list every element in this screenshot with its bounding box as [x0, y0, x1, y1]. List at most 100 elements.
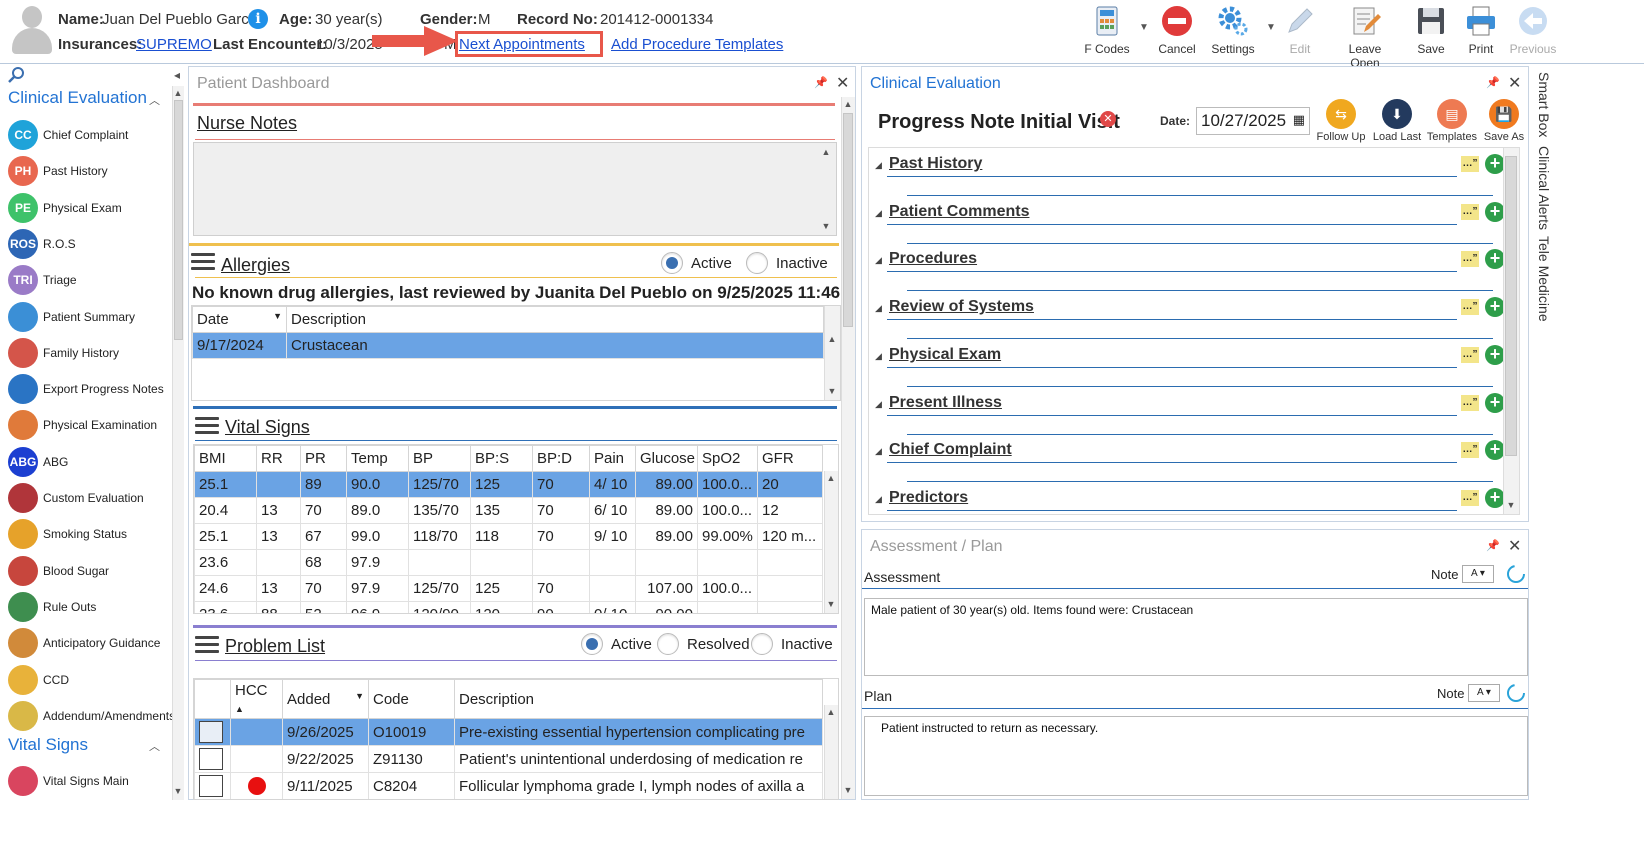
templates-button[interactable]: ▤ Templates [1423, 99, 1481, 143]
clinical-pin-icon[interactable]: 📌 [1486, 76, 1500, 89]
section-chief-complaint[interactable]: ◢ Chief Complaint …” + [871, 438, 1505, 486]
nurse-scroll-up-icon[interactable]: ▲ [819, 147, 833, 157]
close-icon[interactable]: ✕ [836, 73, 849, 93]
problem-row[interactable]: 9/26/2025 O10019 Pre-existing essential hy… [194, 718, 823, 746]
cancel-button[interactable]: Cancel [1147, 4, 1207, 60]
expand-icon[interactable]: ◢ [875, 446, 882, 457]
allergy-row[interactable]: 9/17/2024 Crustacean [192, 332, 824, 359]
problem-checkbox[interactable] [199, 775, 223, 797]
previous-button[interactable]: Previous [1503, 4, 1563, 60]
problem-col-added[interactable]: Added ▼ [282, 679, 369, 719]
vitals-menu-icon[interactable] [195, 417, 219, 435]
expand-icon[interactable]: ◢ [875, 494, 882, 505]
vital-col-temp[interactable]: Temp [346, 445, 409, 472]
problem-scroll-up-icon[interactable]: ▲ [824, 707, 838, 717]
side-tab-smart-box[interactable]: Smart Box [1536, 72, 1552, 137]
allergy-col-date[interactable]: Date ▼ [192, 306, 287, 333]
assessment-pin-icon[interactable]: 📌 [1486, 539, 1500, 552]
vital-col-rr[interactable]: RR [256, 445, 301, 472]
add-icon[interactable]: + [1485, 344, 1505, 365]
add-icon[interactable]: + [1485, 392, 1505, 413]
vital-col-bmi[interactable]: BMI [194, 445, 257, 472]
vital-col-pain[interactable]: Pain [589, 445, 636, 472]
allergy-scroll-up-icon[interactable]: ▲ [825, 334, 839, 344]
add-icon[interactable]: + [1485, 297, 1505, 318]
nurse-scroll-down-icon[interactable]: ▼ [819, 221, 833, 231]
quote-icon[interactable]: …” [1461, 346, 1479, 363]
expand-icon[interactable]: ◢ [875, 351, 882, 362]
clinical-close-icon[interactable]: ✕ [1508, 73, 1521, 93]
nav-item-export-progress-notes[interactable]: Export Progress Notes [8, 372, 176, 406]
nurse-notes-box[interactable] [193, 142, 837, 236]
dashboard-scroll-down-icon[interactable]: ▼ [841, 785, 855, 795]
dashboard-scroll-up-icon[interactable]: ▲ [841, 99, 855, 109]
quote-icon[interactable]: …” [1461, 299, 1479, 316]
problems-menu-icon[interactable] [195, 636, 219, 654]
quote-icon[interactable]: …” [1461, 251, 1479, 268]
fcodes-button[interactable]: F Codes [1077, 4, 1137, 60]
problem-inactive-radio[interactable]: Inactive [751, 633, 833, 655]
nav-item-family-history[interactable]: Family History [8, 336, 176, 370]
quote-icon[interactable]: …” [1461, 489, 1479, 506]
problem-col-select[interactable] [194, 679, 231, 719]
problem-row[interactable]: 9/9/2025Z714Alcohol abuse counseling and… [195, 800, 823, 801]
expand-icon[interactable]: ◢ [875, 160, 882, 171]
section-procedures[interactable]: ◢ Procedures …” + [871, 247, 1505, 295]
vital-col-glucose[interactable]: Glucose [635, 445, 698, 472]
side-tab-clinical-alerts[interactable]: Clinical Alerts [1536, 146, 1552, 230]
collapse-group2-icon[interactable]: ︿ [149, 738, 160, 754]
problem-row[interactable]: 9/11/2025 C8204 Follicular lymphoma grade … [194, 772, 823, 799]
allergy-inactive-radio[interactable]: Inactive [746, 252, 828, 274]
problem-col-description[interactable]: Description [454, 679, 823, 719]
add-icon[interactable]: + [1485, 440, 1505, 461]
leave-open-button[interactable]: Leave Open [1334, 4, 1396, 70]
nav-item-physical-examination[interactable]: Physical Examination [8, 408, 176, 442]
save-as-button[interactable]: 💾 Save As [1475, 99, 1533, 143]
insurance-link[interactable]: SUPREMO [136, 36, 212, 53]
assessment-format-dropdown[interactable]: A ▾ [1462, 565, 1494, 583]
vital-row[interactable]: 20.4 13 70 89.0 135/70 135 70 6/ 10 89.00 100.0..… [194, 497, 823, 524]
nav-item-vital-signs-main[interactable]: Vital Signs Main [8, 764, 176, 798]
edit-button[interactable]: Edit [1270, 4, 1330, 60]
next-appointments-link[interactable]: Next Appointments [459, 36, 585, 53]
problem-checkbox[interactable] [199, 721, 223, 743]
vital-col-spo2[interactable]: SpO2 [697, 445, 758, 472]
expand-icon[interactable]: ◢ [875, 255, 882, 266]
add-procedure-templates-link[interactable]: Add Procedure Templates [611, 36, 783, 53]
section-physical-exam[interactable]: ◢ Physical Exam …” + [871, 343, 1505, 391]
vital-col-gfr[interactable]: GFR [757, 445, 823, 472]
nav-item-physical-exam[interactable]: PE Physical Exam [8, 191, 176, 225]
allergies-menu-icon[interactable] [191, 253, 215, 271]
section-scroll-thumb[interactable] [1505, 156, 1517, 456]
nav-item-rule-outs[interactable]: Rule Outs [8, 590, 176, 624]
vital-row[interactable]: 23.6885296.9120/90120900/ 1090.00 [194, 601, 823, 613]
collapse-nav-icon[interactable]: ◂ [174, 68, 180, 82]
nav-item-addendum-amendments[interactable]: Addendum/Amendments [8, 699, 176, 733]
quote-icon[interactable]: …” [1461, 203, 1479, 220]
vitals-scroll-down-icon[interactable]: ▼ [824, 599, 838, 609]
load-last-button[interactable]: ⬇ Load Last [1368, 99, 1426, 143]
nav-item-triage[interactable]: TRI Triage [8, 263, 176, 297]
add-icon[interactable]: + [1485, 487, 1505, 508]
plan-textarea[interactable]: Patient instructed to return as necessar… [864, 716, 1528, 796]
expand-icon[interactable]: ◢ [875, 208, 882, 219]
nav-item-abg[interactable]: ABG ABG [8, 445, 176, 479]
nav-item-chief-complaint[interactable]: CC Chief Complaint [8, 118, 176, 152]
nav-item-anticipatory-guidance[interactable]: Anticipatory Guidance [8, 626, 176, 660]
allergy-active-radio[interactable]: Active [661, 252, 732, 274]
nav-item-patient-summary[interactable]: Patient Summary [8, 300, 176, 334]
problem-row[interactable]: 9/22/2025 Z91130 Patient's unintentional u… [194, 745, 823, 773]
nav-item-r-o-s[interactable]: ROS R.O.S [8, 227, 176, 261]
problem-active-radio[interactable]: Active [581, 633, 652, 655]
info-icon[interactable]: i [248, 9, 268, 29]
quote-icon[interactable]: …” [1461, 156, 1479, 172]
section-present-illness[interactable]: ◢ Present Illness …” + [871, 391, 1505, 439]
remove-note-icon[interactable]: ✕ [1100, 111, 1116, 127]
section-predictors[interactable]: ◢ Predictors …” + [871, 486, 1505, 534]
vital-col-bp-s[interactable]: BP:S [470, 445, 533, 472]
calendar-icon[interactable]: ▦ [1293, 112, 1305, 128]
add-icon[interactable]: + [1485, 249, 1505, 270]
expand-icon[interactable]: ◢ [875, 303, 882, 314]
vital-col-bp-d[interactable]: BP:D [532, 445, 590, 472]
section-past-history[interactable]: ◢ Past History …” + [871, 152, 1505, 200]
